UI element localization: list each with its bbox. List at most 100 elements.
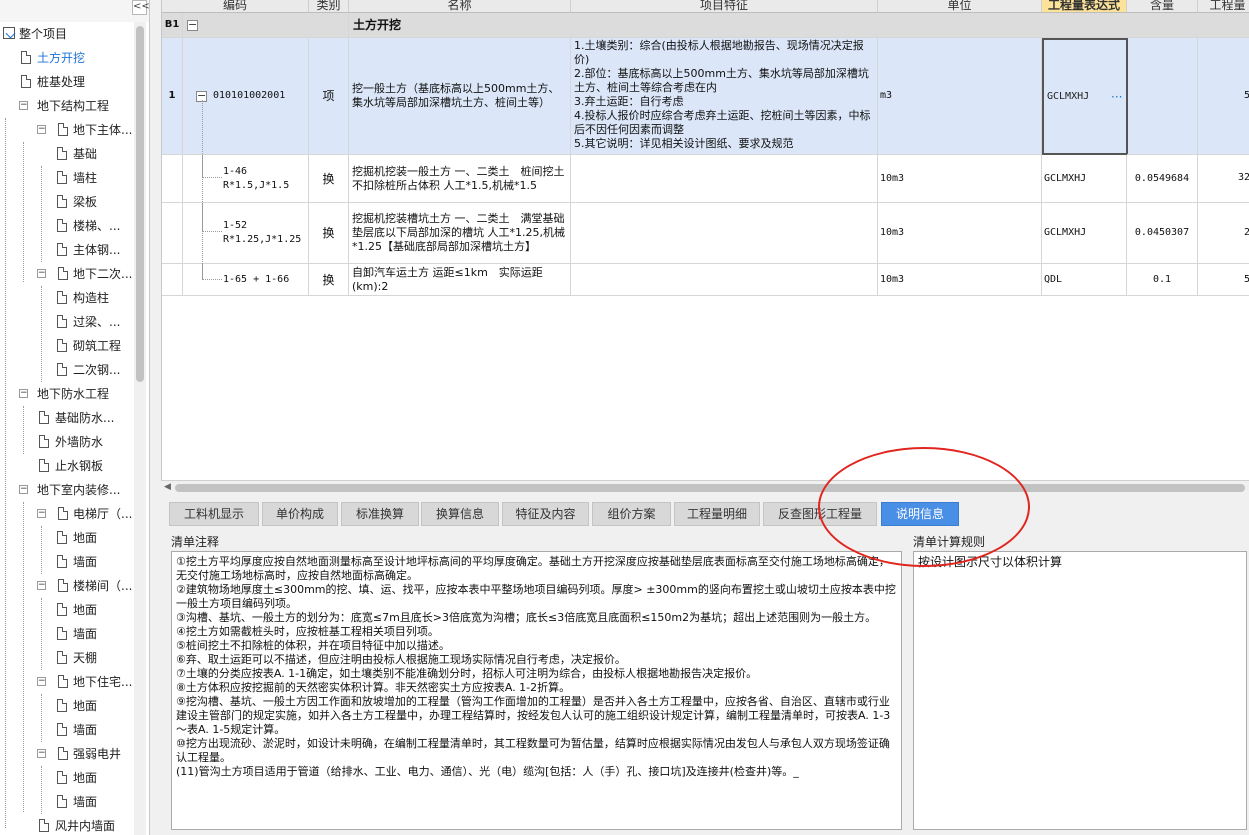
sub-features[interactable] — [571, 203, 878, 264]
tree-node[interactable]: 外墙防水 — [0, 430, 132, 454]
expression-editor-button[interactable]: ··· — [1111, 90, 1122, 104]
document-icon — [39, 819, 49, 832]
tree-expander[interactable]: − — [37, 509, 46, 518]
tree-node[interactable]: − 地下室内装修... — [0, 478, 132, 502]
sub-features[interactable] — [571, 264, 878, 296]
tree-node[interactable]: 天棚 — [0, 646, 132, 670]
item-content[interactable] — [1127, 38, 1198, 155]
item-unit[interactable]: m3 — [878, 38, 1042, 155]
item-quantity[interactable]: 5 — [1198, 38, 1249, 155]
sub-content[interactable]: 0.0450307 — [1127, 203, 1198, 264]
tree-node[interactable]: 二次钢... — [0, 358, 132, 382]
horizontal-scrollbar-thumb[interactable] — [175, 484, 1245, 492]
tab-pricing-scheme[interactable]: 组价方案 — [592, 502, 671, 526]
grid-horizontal-scrollbar[interactable]: ◀ — [161, 480, 1249, 494]
document-icon — [21, 51, 31, 64]
tree-node[interactable]: 风井内墙面 — [0, 814, 132, 835]
tree-expander[interactable]: − — [37, 581, 46, 590]
section-row[interactable]: B1 − 土方开挖 — [162, 13, 1249, 38]
tree-node[interactable]: 砌筑工程 — [0, 334, 132, 358]
bill-item-row[interactable]: 1 − 010101002001 项 挖一般土方（基底标高以上500mm土方、集… — [162, 38, 1249, 155]
tree-node[interactable]: 基础防水... — [0, 406, 132, 430]
scroll-left-icon[interactable]: ◀ — [164, 482, 171, 492]
sub-content[interactable]: 0.1 — [1127, 264, 1198, 296]
tree-node[interactable]: 基础 — [0, 142, 132, 166]
tree-node[interactable]: 过梁、... — [0, 310, 132, 334]
tree-node[interactable]: 墙面 — [0, 718, 132, 742]
tree-node[interactable]: − 地下主体... — [0, 118, 132, 142]
tab-features-content[interactable]: 特征及内容 — [502, 502, 589, 526]
col-header-name[interactable]: 名称 — [349, 0, 571, 13]
quantity-expression-cell[interactable]: GCLMXHJ ··· — [1042, 38, 1128, 155]
tree-node[interactable]: 止水钢板 — [0, 454, 132, 478]
notes-pane[interactable]: ①挖土方平均厚度应按自然地面测量标高至设计地坪标高间的平均厚度确定。基础土方开挖… — [171, 551, 902, 830]
tree-node[interactable]: 整个项目 — [0, 22, 132, 46]
col-header-features[interactable]: 项目特征 — [571, 0, 878, 13]
tree-node[interactable]: 地面 — [0, 694, 132, 718]
sub-row[interactable]: 1-52 R*1.25,J*1.25 换 挖掘机挖装槽坑土方 一、二类土 满堂基… — [162, 203, 1249, 264]
tree-expander[interactable]: − — [19, 485, 28, 494]
tree-node[interactable]: 梁板 — [0, 190, 132, 214]
tree-node[interactable]: 构造柱 — [0, 286, 132, 310]
tree-node[interactable]: 楼梯、... — [0, 214, 132, 238]
col-header-quantity[interactable]: 工程量 — [1198, 0, 1249, 13]
sub-unit[interactable]: 10m3 — [878, 264, 1042, 296]
tree-node[interactable]: − 地下二次... — [0, 262, 132, 286]
tree-node[interactable]: − 强弱电井 — [0, 742, 132, 766]
sub-quantity[interactable]: 2 — [1198, 203, 1249, 264]
tree-expander[interactable]: − — [19, 389, 28, 398]
tree-scrollbar[interactable] — [134, 22, 146, 835]
tree-node[interactable]: 墙柱 — [0, 166, 132, 190]
sub-row[interactable]: 1-46 R*1.5,J*1.5 换 挖掘机挖装一般土方 一、二类土 桩间挖土不… — [162, 155, 1249, 203]
tree-node[interactable]: 地面 — [0, 598, 132, 622]
tree-connector — [202, 231, 222, 232]
collapse-panel-button[interactable]: << — [132, 0, 149, 15]
tree-node[interactable]: 墙面 — [0, 790, 132, 814]
tree-node[interactable]: − 地下住宅... — [0, 670, 132, 694]
tree-node[interactable]: 地面 — [0, 526, 132, 550]
section-expander[interactable]: − — [183, 13, 349, 38]
tree-node[interactable]: 主体钢... — [0, 238, 132, 262]
sub-unit[interactable]: 10m3 — [878, 203, 1042, 264]
sub-expression[interactable]: QDL — [1042, 264, 1127, 296]
sub-expression[interactable]: GCLMXHJ — [1042, 155, 1127, 203]
sub-content[interactable]: 0.0549684 — [1127, 155, 1198, 203]
tree-expander[interactable]: − — [37, 749, 46, 758]
sub-unit[interactable]: 10m3 — [878, 155, 1042, 203]
tree-node[interactable]: 地面 — [0, 766, 132, 790]
sub-quantity[interactable]: 32 — [1198, 155, 1249, 203]
sub-name[interactable]: 挖掘机挖装槽坑土方 一、二类土 满堂基础垫层底以下局部加深的槽坑 人工*1.25… — [349, 203, 571, 264]
tab-standard-conversion[interactable]: 标准换算 — [341, 502, 419, 526]
sub-features[interactable] — [571, 155, 878, 203]
sub-name[interactable]: 挖掘机挖装一般土方 一、二类土 桩间挖土不扣除桩所占体积 人工*1.5,机械*1… — [349, 155, 571, 203]
tab-quantity-details[interactable]: 工程量明细 — [674, 502, 760, 526]
col-header-quantity-expression[interactable]: 工程量表达式 — [1042, 0, 1127, 13]
tree-node[interactable]: − 楼梯间（... — [0, 574, 132, 598]
sub-quantity[interactable]: 5 — [1198, 264, 1249, 296]
col-header-unit[interactable]: 单位 — [878, 0, 1042, 13]
tree-expander[interactable]: − — [37, 269, 46, 278]
rules-pane[interactable]: 按设计图示尺寸以体积计算 — [913, 551, 1247, 830]
tree-node[interactable]: 墙面 — [0, 550, 132, 574]
tab-unit-price[interactable]: 单价构成 — [262, 502, 338, 526]
tree-node[interactable]: − 电梯厅（... — [0, 502, 132, 526]
tree-expander[interactable]: − — [37, 677, 46, 686]
tree-expander[interactable]: − — [37, 125, 46, 134]
item-name[interactable]: 挖一般土方（基底标高以上500mm土方、集水坑等局部加深槽坑土方、桩间土等） — [349, 38, 571, 155]
sub-expression[interactable]: GCLMXHJ — [1042, 203, 1127, 264]
col-header-content[interactable]: 含量 — [1127, 0, 1198, 13]
col-header-code[interactable]: 编码 — [162, 0, 309, 13]
item-features[interactable]: 1.土壤类别：综合(由投标人根据地勘报告、现场情况决定报价) 2.部位：基底标高… — [571, 38, 878, 155]
sub-name[interactable]: 自卸汽车运土方 运距≤1km 实际运距(km):2 — [349, 264, 571, 296]
tree-node[interactable]: − 地下防水工程 — [0, 382, 132, 406]
tree-node[interactable]: 土方开挖 — [0, 46, 132, 70]
tab-material-machine[interactable]: 工料机显示 — [169, 502, 259, 526]
col-header-category[interactable]: 类别 — [309, 0, 349, 13]
tree-node[interactable]: 墙面 — [0, 622, 132, 646]
tree-node[interactable]: 桩基处理 — [0, 70, 132, 94]
sub-row[interactable]: 1-65 + 1-66 换 自卸汽车运土方 运距≤1km 实际运距(km):2 … — [162, 264, 1249, 296]
tree-expander[interactable]: − — [19, 101, 28, 110]
tree-node[interactable]: − 地下结构工程 — [0, 94, 132, 118]
tab-conversion-info[interactable]: 换算信息 — [421, 502, 499, 526]
tree-scrollbar-thumb[interactable] — [136, 26, 144, 382]
